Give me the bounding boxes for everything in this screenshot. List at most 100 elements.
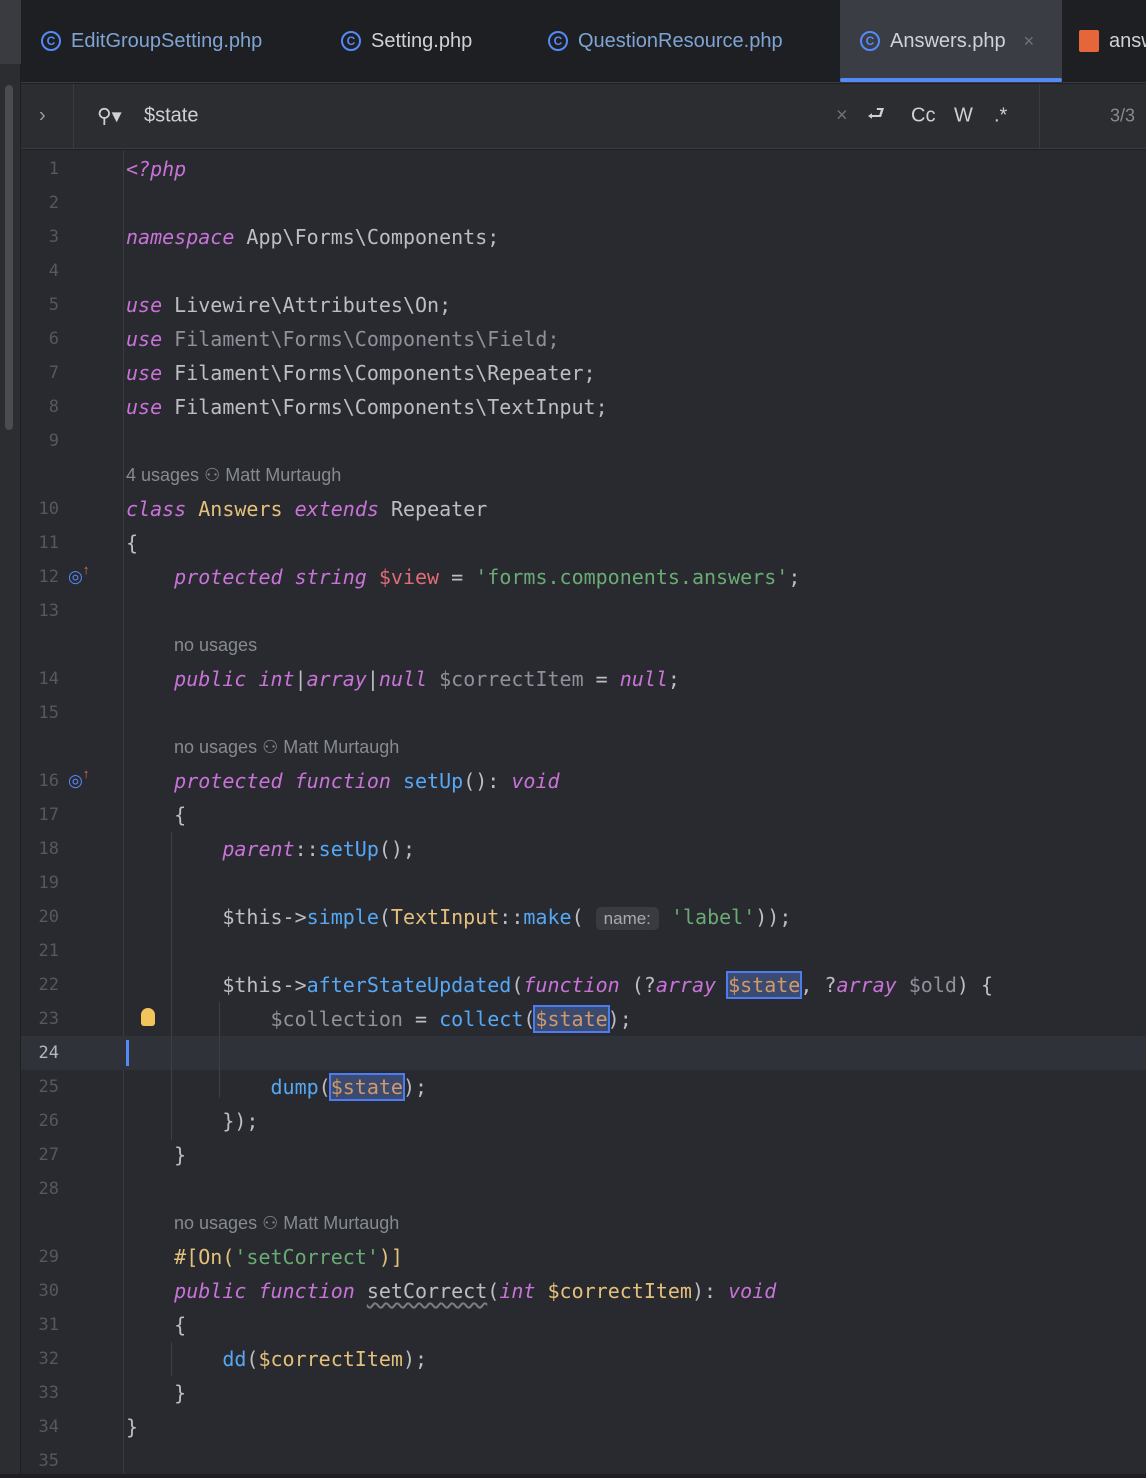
token: $old <box>908 973 957 997</box>
token: protected <box>174 565 283 589</box>
code-text[interactable]: #[On('setCorrect')] <box>126 1240 403 1274</box>
code-line[interactable]: 22 $this->afterStateUpdated(function (?a… <box>21 968 1146 1002</box>
code-text[interactable]: use Filament\Forms\Components\TextInput; <box>126 390 608 424</box>
code-line[interactable]: 18 parent::setUp(); <box>21 832 1146 866</box>
code-line[interactable]: 15 <box>21 696 1146 730</box>
code-text[interactable]: { <box>126 798 186 832</box>
code-line[interactable]: 5 use Livewire\Attributes\On; <box>21 288 1146 322</box>
code-text[interactable]: namespace App\Forms\Components; <box>126 220 499 254</box>
new-line-icon[interactable]: ⮐ <box>867 99 885 133</box>
code-line[interactable]: 27 } <box>21 1138 1146 1172</box>
code-text[interactable]: use Livewire\Attributes\On; <box>126 288 451 322</box>
inlay-hint-row: 4 usages ⚇ Matt Murtaugh <box>21 458 1146 492</box>
code-text[interactable]: <?php <box>126 152 186 186</box>
regex-button[interactable]: .* <box>994 105 1007 128</box>
close-tab-icon[interactable]: × <box>1024 31 1035 52</box>
code-text[interactable]: protected string $view = 'forms.componen… <box>126 560 800 594</box>
code-line[interactable]: 21 <box>21 934 1146 968</box>
whole-words-button[interactable]: W <box>954 105 973 128</box>
code-line[interactable]: 30 public function setCorrect(int $corre… <box>21 1274 1146 1308</box>
token: public <box>174 667 247 691</box>
code-text[interactable]: } <box>126 1376 186 1410</box>
line-number: 13 <box>38 601 59 621</box>
code-line[interactable]: 13 <box>21 594 1146 628</box>
code-line[interactable]: 2 <box>21 186 1146 220</box>
code-line[interactable]: 10 class Answers extends Repeater <box>21 492 1146 526</box>
code-text[interactable]: $collection = collect($state); <box>126 1002 632 1036</box>
code-line[interactable]: 1 <?php <box>21 152 1146 186</box>
code-line[interactable]: 29 #[On('setCorrect')] <box>21 1240 1146 1274</box>
code-line[interactable]: 34} <box>21 1410 1146 1444</box>
usages-hint[interactable]: no usages <box>174 628 257 662</box>
expand-chevron-icon[interactable]: › <box>39 105 46 128</box>
lightbulb-icon[interactable] <box>141 1008 155 1026</box>
code-text[interactable]: class Answers extends Repeater <box>126 492 487 526</box>
match-case-button[interactable]: Cc <box>911 105 935 128</box>
code-line[interactable]: 20 $this->simple(TextInput::make( name: … <box>21 900 1146 934</box>
code-editor[interactable]: 1 <?php 2 3 namespace App\Forms\Components; 4… <box>21 150 1146 1474</box>
code-text[interactable]: use Filament\Forms\Components\Field; <box>126 322 559 356</box>
search-input[interactable]: $state <box>144 105 198 128</box>
code-line[interactable]: 35 <box>21 1444 1146 1478</box>
usages-count[interactable]: no usages <box>174 635 257 655</box>
code-line[interactable]: 32 dd($correctItem); <box>21 1342 1146 1376</box>
code-line[interactable]: 26 }); <box>21 1104 1146 1138</box>
code-text[interactable]: } <box>126 1410 138 1444</box>
code-line[interactable]: 9 <box>21 424 1146 458</box>
code-line[interactable]: 31 { <box>21 1308 1146 1342</box>
search-icon[interactable]: ⚲▾ <box>97 104 122 129</box>
token: ( <box>318 1075 331 1099</box>
token: void <box>511 769 560 793</box>
author-hint[interactable]: Matt Murtaugh <box>283 737 399 757</box>
code-line[interactable]: 11 { <box>21 526 1146 560</box>
code-line[interactable]: 19 <box>21 866 1146 900</box>
usages-count[interactable]: no usages <box>174 1213 257 1233</box>
tab-answ[interactable]: answ <box>1079 0 1146 82</box>
code-line[interactable]: 23 $collection = collect($state); <box>21 1002 1146 1036</box>
code-text[interactable]: use Filament\Forms\Components\Repeater; <box>126 356 596 390</box>
code-text[interactable]: public int|array|null $correctItem = nul… <box>126 662 680 696</box>
code-line[interactable]: 33 } <box>21 1376 1146 1410</box>
token: = <box>402 1007 440 1031</box>
tab-answers[interactable]: C Answers.php × <box>840 0 1062 82</box>
tab-questionresource[interactable]: C QuestionResource.php <box>528 0 783 82</box>
author-hint[interactable]: Matt Murtaugh <box>283 1213 399 1233</box>
override-method-icon[interactable]: ◎↑ <box>68 560 89 595</box>
code-text[interactable]: public function setCorrect(int $correctI… <box>126 1274 776 1308</box>
token: $correctItem <box>547 1279 692 1303</box>
code-text[interactable]: } <box>126 1138 186 1172</box>
scrollbar[interactable] <box>5 85 13 430</box>
code-text[interactable]: }); <box>126 1104 258 1138</box>
usages-count[interactable]: 4 usages <box>126 465 199 485</box>
code-line[interactable]: 14 public int|array|null $correctItem = … <box>21 662 1146 696</box>
code-text[interactable]: { <box>126 526 138 560</box>
code-text[interactable]: $this->simple(TextInput::make( name: 'la… <box>126 900 791 936</box>
tab-setting[interactable]: C Setting.php <box>321 0 472 82</box>
code-line[interactable]: 7 use Filament\Forms\Components\Repeater; <box>21 356 1146 390</box>
code-text[interactable]: $this->afterStateUpdated(function (?arra… <box>126 968 993 1002</box>
clear-search-icon[interactable]: × <box>836 105 848 128</box>
code-line[interactable]: 8 use Filament\Forms\Components\TextInput… <box>21 390 1146 424</box>
token: = <box>439 565 476 589</box>
code-text[interactable]: { <box>126 1308 186 1342</box>
code-line[interactable]: 3 namespace App\Forms\Components; <box>21 220 1146 254</box>
usages-count[interactable]: no usages <box>174 737 257 757</box>
override-method-icon[interactable]: ◎↑ <box>68 764 89 799</box>
author-hint[interactable]: Matt Murtaugh <box>225 465 341 485</box>
code-line[interactable]: 4 <box>21 254 1146 288</box>
code-line[interactable]: 28 <box>21 1172 1146 1206</box>
code-line[interactable]: 25 dump($state); <box>21 1070 1146 1104</box>
code-text[interactable]: parent::setUp(); <box>126 832 415 866</box>
usages-hint[interactable]: no usages ⚇ Matt Murtaugh <box>174 730 399 764</box>
line-number: 30 <box>38 1281 59 1301</box>
tab-editgroupsetting[interactable]: C EditGroupSetting.php <box>21 0 262 82</box>
usages-hint[interactable]: 4 usages ⚇ Matt Murtaugh <box>126 458 341 492</box>
code-line[interactable]: 24 <box>21 1036 1146 1070</box>
code-line[interactable]: 12 protected string $view = 'forms.compo… <box>21 560 1146 594</box>
code-line[interactable]: 17 { <box>21 798 1146 832</box>
code-line[interactable]: 6 use Filament\Forms\Components\Field; <box>21 322 1146 356</box>
code-text[interactable]: protected function setUp(): void <box>126 764 560 798</box>
code-line[interactable]: 16 protected function setUp(): void ◎↑ <box>21 764 1146 798</box>
usages-hint[interactable]: no usages ⚇ Matt Murtaugh <box>174 1206 399 1240</box>
